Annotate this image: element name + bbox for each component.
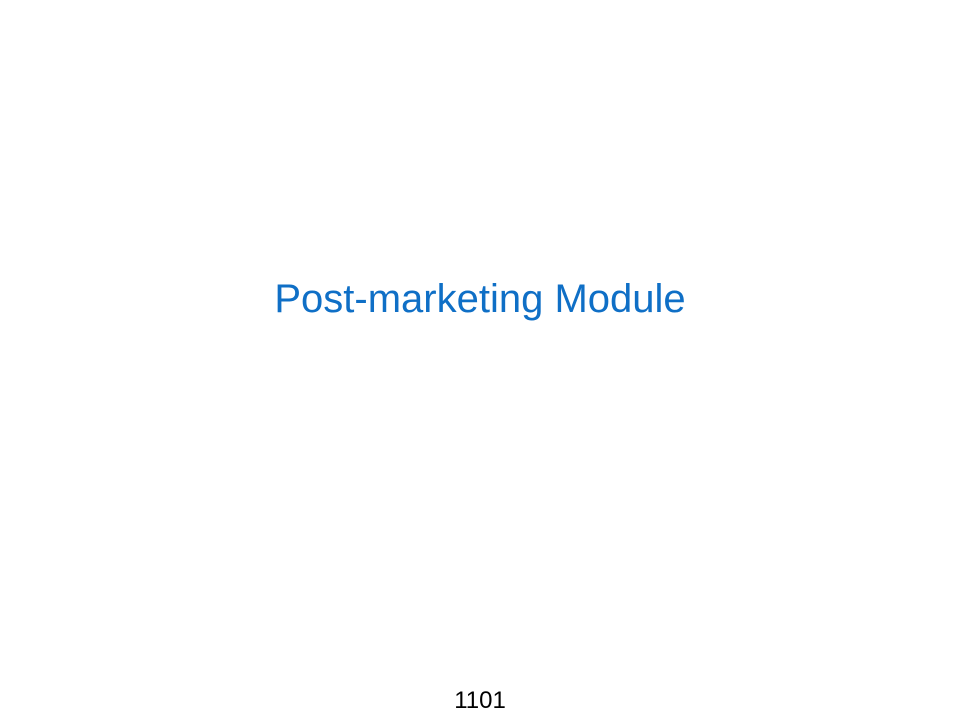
slide: Post-marketing Module 1101 (0, 0, 960, 720)
page-number: 1101 (454, 687, 506, 714)
slide-title: Post-marketing Module (274, 277, 686, 321)
